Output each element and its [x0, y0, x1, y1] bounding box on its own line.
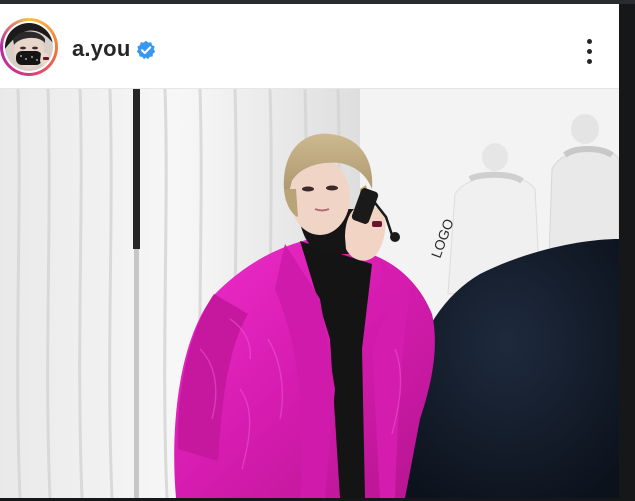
more-options-icon[interactable] — [580, 38, 600, 66]
verified-badge-icon — [136, 40, 156, 60]
page-right-edge — [619, 4, 635, 501]
photo-illustration: LOGO — [0, 89, 619, 498]
username[interactable]: a.you — [72, 37, 130, 61]
avatar[interactable] — [0, 18, 58, 76]
post-header: a.you — [0, 4, 619, 89]
instagram-post-card: a.you LOGO — [0, 4, 619, 498]
avatar-image — [5, 23, 53, 71]
avatar-inner-ring — [3, 21, 55, 73]
post-photo[interactable]: LOGO — [0, 89, 619, 498]
